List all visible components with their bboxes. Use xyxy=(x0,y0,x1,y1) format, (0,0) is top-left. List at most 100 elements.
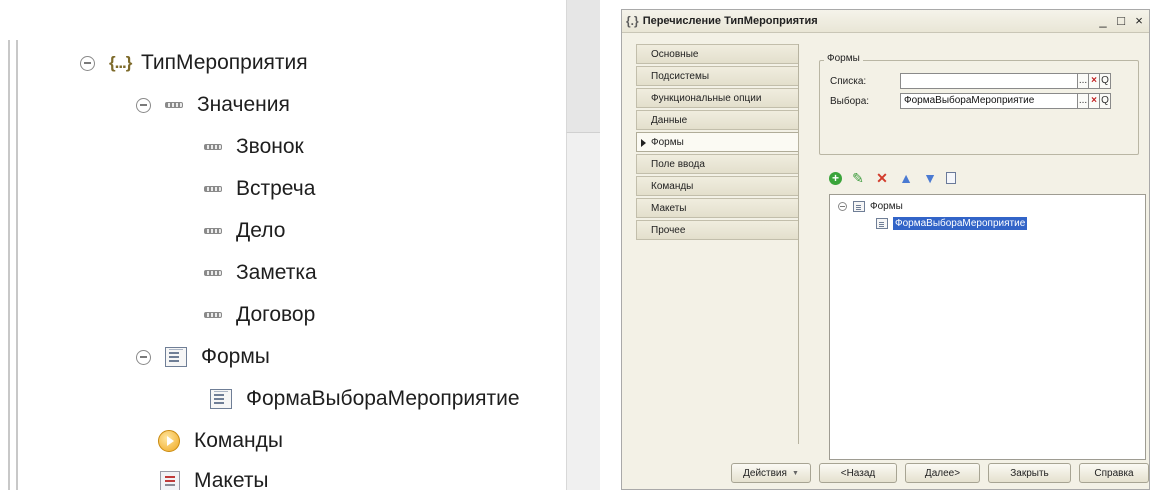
close-button[interactable]: × xyxy=(1133,12,1145,30)
button-label: <Назад xyxy=(840,467,876,479)
tree-item-label: Формы xyxy=(201,345,270,368)
choice-form-row: Выбора: ФормаВыбораМероприятие ... × Q xyxy=(830,93,1111,109)
tree-item-label: Команды xyxy=(194,429,283,452)
tab-commands[interactable]: Команды xyxy=(636,176,798,196)
back-button[interactable]: <Назад xyxy=(819,463,897,483)
tree-item-form[interactable]: ФормаВыбораМероприятие xyxy=(210,380,520,418)
list-form-row: Списка: ... × Q xyxy=(830,73,1111,89)
maximize-button[interactable]: □ xyxy=(1115,12,1127,30)
tree-item-value[interactable]: Договор xyxy=(204,296,315,334)
tab-main[interactable]: Основные xyxy=(636,44,798,64)
help-button[interactable]: Справка xyxy=(1079,463,1149,483)
next-button[interactable]: Далее> xyxy=(905,463,980,483)
tab-label: Макеты xyxy=(651,202,687,214)
forms-group-box: Формы Списка: ... × Q Выбора: ФормаВыбор… xyxy=(819,53,1139,155)
actions-button[interactable]: Действия ▼ xyxy=(731,463,811,483)
tree-item-value[interactable]: Встреча xyxy=(204,170,315,208)
button-label: Справка xyxy=(1094,467,1134,479)
open-choice-button[interactable]: ... xyxy=(1078,93,1089,109)
clear-icon[interactable]: × xyxy=(1089,73,1100,89)
tab-functional-options[interactable]: Функциональные опции xyxy=(636,88,798,108)
dialog-button-bar: Действия ▼ <Назад Далее> Закрыть Справка xyxy=(622,459,1149,489)
tab-other[interactable]: Прочее xyxy=(636,220,798,240)
chevron-down-icon: ▼ xyxy=(791,469,799,477)
form-icon xyxy=(210,389,232,409)
tree-item-value[interactable]: Звонок xyxy=(204,128,304,166)
value-icon xyxy=(204,312,222,318)
choice-form-label: Выбора: xyxy=(830,95,870,107)
list-form-input[interactable] xyxy=(900,73,1078,89)
collapse-icon[interactable] xyxy=(136,349,151,365)
close-dialog-button[interactable]: Закрыть xyxy=(988,463,1071,483)
tab-templates[interactable]: Макеты xyxy=(636,198,798,218)
value-icon xyxy=(204,228,222,234)
collapse-icon[interactable] xyxy=(838,202,847,211)
move-down-icon[interactable]: ▼ xyxy=(922,170,938,186)
window-controls: _ □ × xyxy=(1097,12,1145,30)
form-icon xyxy=(853,201,865,212)
value-icon xyxy=(204,144,222,150)
value-icon xyxy=(165,102,183,108)
command-icon xyxy=(158,430,180,452)
tab-label: Поле ввода xyxy=(651,158,705,170)
tree-item-label: Заметка xyxy=(236,261,317,284)
tree-item-templates[interactable]: Макеты xyxy=(160,462,269,490)
tree-item-label: Значения xyxy=(197,93,290,116)
tree-item-values[interactable]: Значения xyxy=(136,86,290,124)
tree-item-root[interactable]: {...} ТипМероприятия xyxy=(80,44,308,82)
tab-input-field[interactable]: Поле ввода xyxy=(636,154,798,174)
scrollbar-thumb[interactable] xyxy=(566,0,600,133)
tree-divider-line xyxy=(8,40,10,490)
forms-tree-root[interactable]: Формы xyxy=(838,201,903,212)
form-icon xyxy=(165,347,187,367)
tab-label: Прочее xyxy=(651,224,686,236)
tab-label: Основные xyxy=(651,48,699,60)
metadata-tree-panel: {...} ТипМероприятия Значения Звонок Вст… xyxy=(0,0,600,490)
tree-item-label: Звонок xyxy=(236,135,304,158)
forms-toolbar: + ✎ ✕ ▲ ▼ xyxy=(829,170,956,186)
forms-tree-item[interactable]: ФормаВыбораМероприятие xyxy=(876,217,1028,230)
form-icon xyxy=(876,218,888,229)
tree-item-value[interactable]: Заметка xyxy=(204,254,317,292)
tab-label: Функциональные опции xyxy=(651,92,762,104)
choice-form-input[interactable]: ФормаВыбораМероприятие xyxy=(900,93,1078,109)
move-up-icon[interactable]: ▲ xyxy=(898,170,914,186)
tab-label: Данные xyxy=(651,114,688,126)
tree-divider-line xyxy=(16,40,18,490)
window-titlebar[interactable]: {.} Перечисление ТипМероприятия _ □ × xyxy=(622,10,1149,33)
tab-label: Формы xyxy=(651,136,684,148)
add-icon[interactable]: + xyxy=(829,171,842,185)
forms-tab-content: Формы Списка: ... × Q Выбора: ФормаВыбор… xyxy=(799,44,1146,460)
edit-icon[interactable]: ✎ xyxy=(850,170,866,186)
window-title: Перечисление ТипМероприятия xyxy=(642,15,818,27)
minimize-button[interactable]: _ xyxy=(1097,12,1109,30)
delete-icon[interactable]: ✕ xyxy=(874,170,890,186)
tree-item-forms[interactable]: Формы xyxy=(136,338,270,376)
open-choice-button[interactable]: ... xyxy=(1078,73,1089,89)
active-tab-marker-icon xyxy=(641,139,646,147)
button-label: Закрыть xyxy=(1010,467,1049,479)
search-icon[interactable]: Q xyxy=(1100,93,1111,109)
value-icon xyxy=(204,270,222,276)
tree-item-label: Дело xyxy=(236,219,286,242)
collapse-icon[interactable] xyxy=(80,55,95,71)
group-title: Формы xyxy=(824,53,863,64)
tree-item-label: Макеты xyxy=(194,469,269,490)
enumeration-properties-window: {.} Перечисление ТипМероприятия _ □ × Ос… xyxy=(621,9,1150,490)
clear-icon[interactable]: × xyxy=(1089,93,1100,109)
tab-subsystems[interactable]: Подсистемы xyxy=(636,66,798,86)
collapse-icon[interactable] xyxy=(136,97,151,113)
tree-item-commands[interactable]: Команды xyxy=(158,422,283,460)
tab-forms[interactable]: Формы xyxy=(636,132,798,152)
search-icon[interactable]: Q xyxy=(1100,73,1111,89)
tab-label: Подсистемы xyxy=(651,70,710,82)
enumeration-icon: {...} xyxy=(109,53,132,72)
properties-icon[interactable] xyxy=(946,172,956,184)
selected-tree-item-label: ФормаВыбораМероприятие xyxy=(893,217,1028,230)
value-icon xyxy=(204,186,222,192)
tab-data[interactable]: Данные xyxy=(636,110,798,130)
tree-item-label: Встреча xyxy=(236,177,316,200)
tree-item-value[interactable]: Дело xyxy=(204,212,285,250)
tab-list: Основные Подсистемы Функциональные опции… xyxy=(636,44,799,444)
template-icon xyxy=(160,471,180,490)
